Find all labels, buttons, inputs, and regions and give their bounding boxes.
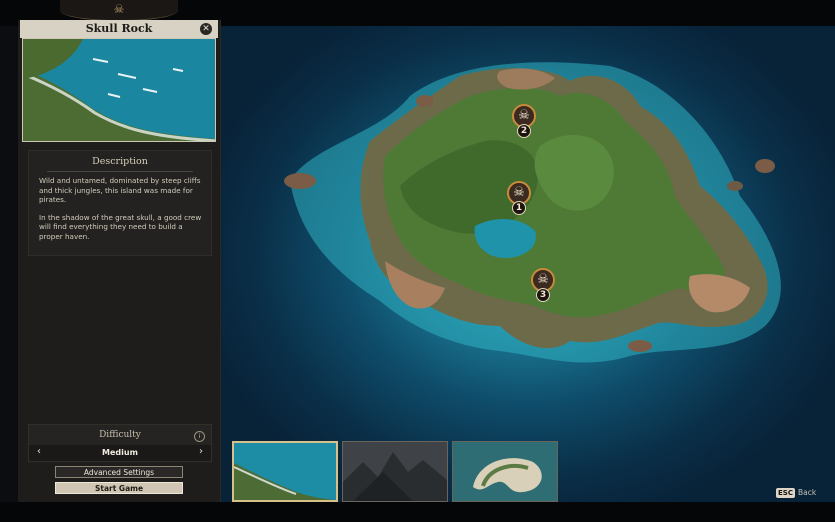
advanced-settings-button[interactable]: Advanced Settings bbox=[55, 466, 183, 478]
location-marker-3[interactable]: ☠ 3 bbox=[531, 268, 555, 302]
chevron-right-icon[interactable]: › bbox=[199, 446, 203, 457]
location-marker-2[interactable]: ☠ 2 bbox=[512, 104, 536, 138]
island-terrain bbox=[284, 62, 781, 363]
esc-key[interactable]: ESC bbox=[776, 488, 795, 498]
map-thumbnail-3[interactable] bbox=[452, 441, 558, 502]
description-text: Wild and untamed, dominated by steep cli… bbox=[39, 176, 204, 250]
map-thumbnail-1[interactable] bbox=[232, 441, 338, 502]
thumbnail-art bbox=[343, 442, 447, 501]
description-box: Description Wild and untamed, dominated … bbox=[28, 150, 212, 256]
divider bbox=[47, 171, 193, 172]
info-icon[interactable]: i bbox=[194, 431, 205, 442]
difficulty-label: Difficulty bbox=[99, 430, 141, 440]
description-title: Description bbox=[92, 156, 148, 167]
description-paragraph: In the shadow of the great skull, a good… bbox=[39, 212, 202, 241]
bottom-bar bbox=[0, 502, 835, 522]
location-marker-1[interactable]: ☠ 1 bbox=[507, 181, 531, 215]
skull-emblem-icon: ☠ bbox=[60, 0, 178, 21]
marker-number: 1 bbox=[512, 201, 526, 215]
close-icon[interactable]: ✕ bbox=[200, 23, 212, 35]
marker-number: 3 bbox=[536, 288, 550, 302]
map-thumbnail-2[interactable] bbox=[342, 441, 448, 502]
preview-art bbox=[23, 39, 215, 141]
back-label[interactable]: Back bbox=[798, 488, 816, 497]
description-paragraph: Wild and untamed, dominated by steep cli… bbox=[39, 176, 201, 205]
difficulty-selector: Difficulty i ‹ Medium › bbox=[28, 424, 212, 462]
thumbnail-art bbox=[453, 442, 557, 501]
map-title-bar: Skull Rock ✕ bbox=[20, 20, 218, 38]
difficulty-value: Medium bbox=[102, 448, 138, 457]
back-control[interactable]: ESC Back bbox=[776, 488, 816, 498]
map-preview-image bbox=[22, 38, 216, 142]
map-title: Skull Rock bbox=[85, 22, 153, 35]
thumbnail-art bbox=[234, 443, 336, 500]
start-game-button[interactable]: Start Game bbox=[55, 482, 183, 494]
island-map[interactable]: ☠ 2 ☠ 1 ☠ 3 bbox=[220, 26, 835, 502]
marker-number: 2 bbox=[517, 124, 531, 138]
difficulty-row: ‹ Medium › bbox=[29, 445, 211, 461]
map-info-panel: Skull Rock ✕ Description Wild and untame… bbox=[18, 20, 221, 502]
